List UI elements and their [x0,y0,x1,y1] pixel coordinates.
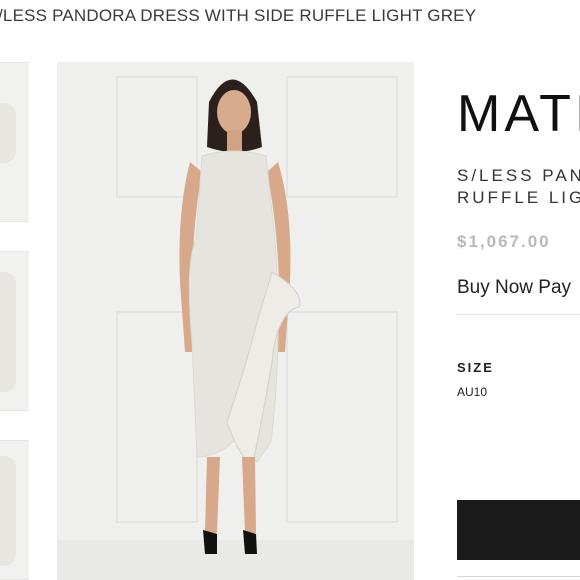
main-product-image[interactable] [57,62,414,580]
model-photo [57,62,414,580]
thumbnail-1[interactable] [0,62,29,222]
thumbnail-3[interactable] [0,440,29,580]
product-price: $1,067.00 [457,232,551,251]
page-heading: /LESS PANDORA DRESS WITH SIDE RUFFLE LIG… [0,6,477,25]
brand-title: MATI [457,85,580,143]
thumbnail-figure [0,103,16,163]
buy-now-pay-later-link[interactable]: Buy Now Pay [457,277,571,299]
size-label: SIZE [457,360,494,375]
product-name: S/LESS PAN RUFFLE LIG [457,166,580,207]
thumbnail-2[interactable] [0,251,29,411]
thumbnail-figure [0,456,16,566]
add-to-cart-button[interactable] [457,500,580,560]
size-value[interactable]: AU10 [457,385,487,399]
divider [457,314,580,315]
divider [457,576,580,577]
thumbnail-figure [0,272,16,392]
